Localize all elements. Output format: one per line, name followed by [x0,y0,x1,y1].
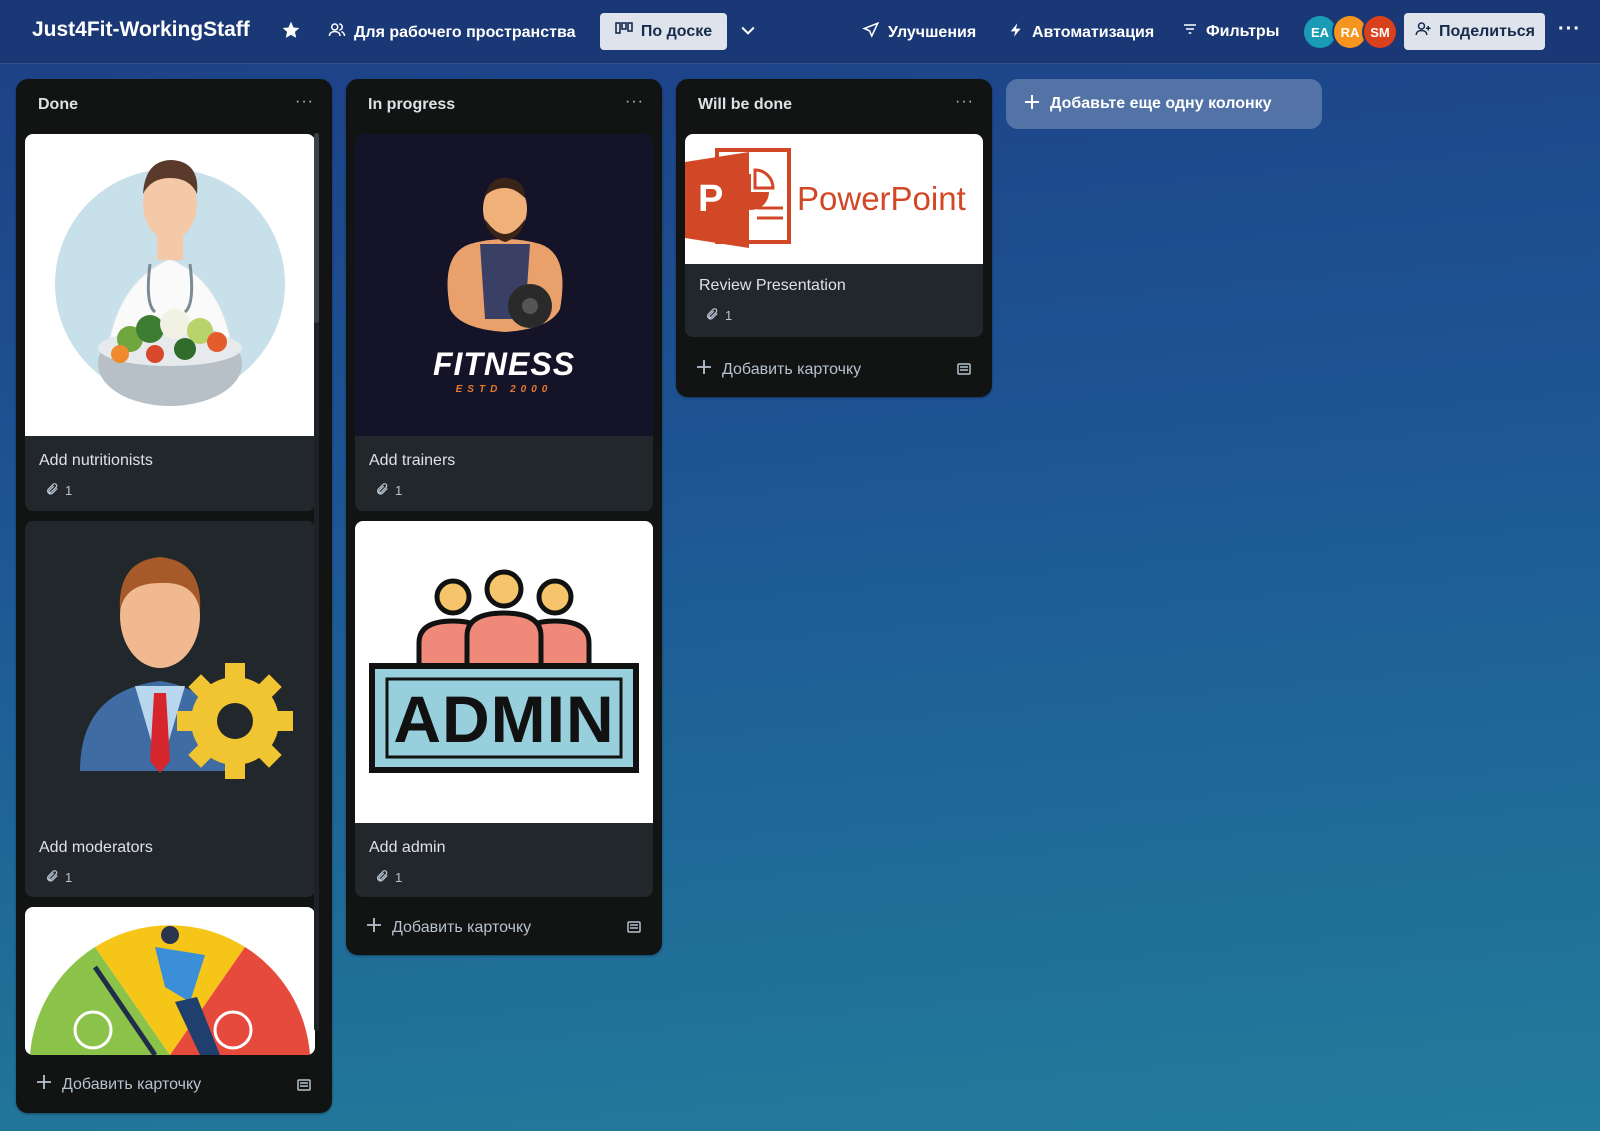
paperclip-icon [45,869,59,886]
list-menu-icon[interactable]: ··· [295,93,314,111]
powerups-button[interactable]: Улучшения [862,21,976,44]
attachment-badge: 1 [375,869,402,886]
list-scrollbar-thumb[interactable] [314,133,319,323]
nutritionist-cover-image [25,134,315,436]
member-avatar-ra[interactable]: RA [1334,16,1366,48]
rocket-icon [862,21,880,44]
automation-button[interactable]: Автоматизация [1008,21,1154,44]
list-title[interactable]: In progress [368,96,455,114]
powerpoint-p-letter: P [698,178,724,220]
filters-label: Фильтры [1206,22,1280,40]
add-card-label: Добавить карточку [392,918,532,936]
list-done: Done ··· Add nutritionists 1 Add moderat… [16,79,332,1113]
lightning-icon [1008,21,1024,44]
list-menu-icon[interactable]: ··· [625,93,644,111]
filters-button[interactable]: Фильтры [1182,21,1279,42]
filter-icon [1182,21,1198,42]
attachment-badge: 1 [375,482,402,499]
attachment-count: 1 [65,483,73,498]
template-icon[interactable] [626,919,642,940]
paperclip-icon [705,307,719,324]
add-card-button[interactable]: Добавить карточку [36,1074,201,1095]
card-title: Add moderators [39,839,153,856]
card-add-trainers[interactable]: FITNESS ESTD 2000 Add trainers 1 [355,134,653,511]
powerups-label: Улучшения [888,23,977,41]
star-icon[interactable] [281,20,301,45]
template-icon[interactable] [956,361,972,382]
add-card-button[interactable]: Добавить карточку [696,359,861,380]
attachment-badge: 1 [45,482,72,499]
moderator-cover-image [25,521,315,823]
board-view-button[interactable]: По доске [600,13,727,50]
list-menu-icon[interactable]: ··· [955,93,974,111]
share-button[interactable]: Поделиться [1404,13,1545,50]
attachment-count: 1 [395,870,403,885]
list-title[interactable]: Will be done [698,96,792,114]
attachment-badge: 1 [705,307,732,324]
card-title: Add admin [369,839,446,856]
card-title: Review Presentation [699,277,846,294]
paperclip-icon [375,869,389,886]
mood-scale-cover-image [25,907,315,1055]
add-card-button[interactable]: Добавить карточку [366,917,531,938]
board-title[interactable]: Just4Fit-WorkingStaff [32,18,250,42]
plus-icon [1024,94,1040,115]
share-label: Поделиться [1438,22,1536,40]
paperclip-icon [45,482,59,499]
board-view-label: По доске [640,22,713,40]
list-in-progress: In progress ··· FITNESS ESTD 2000 Add tr… [346,79,662,955]
board-header: Just4Fit-WorkingStaff Для рабочего прост… [0,0,1600,64]
add-list-label: Добавьте еще одну колонку [1050,95,1272,112]
member-avatar-sm[interactable]: SM [1364,16,1396,48]
people-icon [328,21,346,44]
powerpoint-logo-text: PowerPoint [797,180,966,217]
list-will-be-done: Will be done ··· P PowerPoint Review Pre… [676,79,992,397]
card-title: Add trainers [369,452,456,469]
attachment-count: 1 [395,483,403,498]
card-add-admin[interactable]: ADMIN Add admin 1 [355,521,653,897]
template-icon[interactable] [296,1077,312,1098]
list-title[interactable]: Done [38,96,78,114]
attachment-count: 1 [725,308,733,323]
card-partial[interactable] [25,907,315,1055]
card-review-presentation[interactable]: P PowerPoint Review Presentation 1 [685,134,983,337]
board-icon [615,22,633,41]
automation-label: Автоматизация [1032,23,1155,41]
add-card-label: Добавить карточку [62,1075,202,1093]
fitness-logo-subtext: ESTD 2000 [455,384,553,395]
card-title: Add nutritionists [39,452,153,469]
plus-icon [366,917,382,938]
workspace-visibility-label: Для рабочего пространства [354,23,576,41]
paperclip-icon [375,482,389,499]
plus-icon [696,359,712,380]
workspace-visibility-button[interactable]: Для рабочего пространства [328,21,575,44]
plus-icon [36,1074,52,1095]
admin-logo-text: ADMIN [393,682,615,756]
fitness-logo-text: FITNESS [432,346,576,382]
add-person-icon [1414,20,1432,43]
more-menu-icon[interactable]: ··· [1558,18,1581,41]
member-avatar-ea[interactable]: EA [1304,16,1336,48]
card-add-nutritionists[interactable]: Add nutritionists 1 [25,134,315,511]
chevron-down-icon[interactable] [738,20,758,45]
add-card-label: Добавить карточку [722,360,862,378]
attachment-badge: 1 [45,869,72,886]
card-add-moderators[interactable]: Add moderators 1 [25,521,315,897]
admin-cover-image [355,521,653,823]
attachment-count: 1 [65,870,73,885]
add-list-button[interactable]: Добавьте еще одну колонку [1006,79,1322,129]
